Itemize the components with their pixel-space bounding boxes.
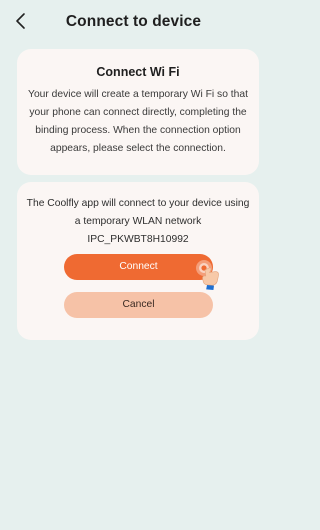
connection-message: The Coolfly app will connect to your dev… <box>22 195 254 249</box>
network-name: IPC_PKWBT8H10992 <box>87 234 189 245</box>
card-title: Connect Wi Fi <box>96 65 180 79</box>
page-title: Connect to device <box>65 13 202 30</box>
cancel-button[interactable]: Cancel <box>64 292 213 318</box>
connect-action-card: The Coolfly app will connect to your dev… <box>17 182 259 340</box>
connect-button[interactable]: Connect <box>64 254 213 280</box>
header-bar: Connect to device <box>0 0 267 40</box>
connection-message-line-1: The Coolfly app will connect to your dev… <box>26 198 250 209</box>
card-description: Your device will create a temporary Wi F… <box>28 89 248 154</box>
connection-message-line-2: a temporary WLAN network <box>74 216 202 227</box>
connect-wifi-info-card: Connect Wi Fi Your device will create a … <box>17 49 259 175</box>
